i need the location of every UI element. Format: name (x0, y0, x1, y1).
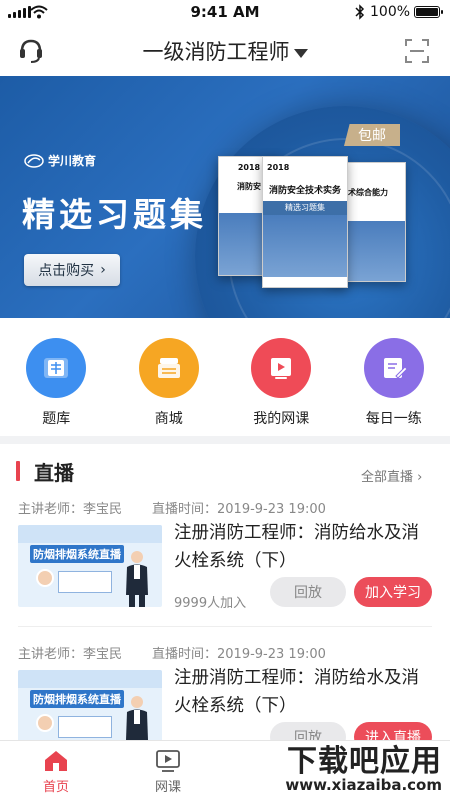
thumbnail-title: 防烟排烟系统直播 (30, 545, 124, 563)
brand-logo: 学川教育 (24, 152, 96, 169)
buy-button-label: 点击购买 (38, 263, 95, 279)
tab-label: 首页 (42, 780, 69, 795)
category-circle (251, 338, 312, 398)
status-bar: 9:41 AM 100% (0, 0, 450, 24)
free-shipping-ribbon: 包邮 (344, 124, 400, 146)
teacher-avatar (36, 569, 54, 587)
scan-icon[interactable] (404, 38, 430, 64)
battery-icon (414, 6, 443, 18)
category-circle (138, 338, 199, 398)
brand-name: 学川教育 (48, 154, 97, 168)
promo-banner[interactable]: 学川教育 精选习题集 点击购买 › 2018 消防安 术综合能力 2018 消防… (0, 76, 450, 318)
chevron-right-icon: › (417, 470, 423, 485)
watermark: 下载吧应用 www.xiazaiba.com (266, 736, 450, 800)
course-title[interactable]: 注册消防工程师：消防给水及消火栓系统（下） (174, 664, 436, 720)
all-live-label: 全部直播 (361, 470, 414, 485)
category-question-bank[interactable]: 题库 (0, 318, 113, 436)
category-circle (26, 338, 87, 398)
course-join-count: 9999人加入 (174, 596, 247, 611)
bluetooth-icon (355, 4, 365, 20)
category-daily-practice[interactable]: 每日一练 (338, 318, 450, 436)
battery-percent: 100% (370, 4, 411, 20)
watermark-url: www.xiazaiba.com (285, 776, 442, 794)
home-icon (45, 751, 67, 771)
category-grid: 题库 商城 我的网课 每日一练 (0, 318, 450, 436)
course-meta: 主讲老师：李宝民 直播时间：2019-9-23 19:00 (18, 643, 326, 662)
live-section-title: 直播 (34, 461, 74, 485)
buy-button[interactable]: 点击购买 › (24, 254, 120, 286)
section-accent-bar (16, 461, 20, 481)
course-teacher: 主讲老师：李宝民 (18, 647, 123, 662)
teacher-figure (126, 551, 148, 607)
my-course-icon (271, 358, 292, 379)
video-icon (156, 750, 180, 772)
list-separator (18, 626, 432, 627)
brand-mark-icon (24, 153, 44, 168)
thumbnail-title: 防烟排烟系统直播 (30, 690, 124, 708)
watermark-text: 下载吧应用 (287, 744, 442, 779)
course-time: 直播时间：2019-9-23 19:00 (152, 502, 326, 517)
store-icon (157, 358, 180, 378)
live-section-header: 直播 全部直播 › (0, 454, 450, 490)
book-center-year: 2018 (267, 163, 290, 172)
course-time: 直播时间：2019-9-23 19:00 (152, 647, 326, 662)
course-meta: 主讲老师：李宝民 直播时间：2019-9-23 19:00 (18, 498, 326, 517)
book-center-title: 消防安全技术实务 (268, 186, 341, 196)
category-label: 我的网课 (253, 411, 310, 427)
teacher-avatar (36, 714, 54, 732)
tab-label: 网课 (154, 780, 181, 795)
banner-headline: 精选习题集 (22, 195, 207, 234)
all-live-link[interactable]: 全部直播 › (361, 466, 422, 485)
category-label: 每日一练 (365, 411, 422, 427)
category-store[interactable]: 商城 (113, 318, 226, 436)
section-divider (0, 436, 450, 444)
course-title[interactable]: 注册消防工程师：消防给水及消火栓系统（下） (174, 519, 436, 575)
tab-home[interactable]: 首页 (0, 741, 112, 800)
exam-selector[interactable]: 一级消防工程师 (0, 36, 450, 66)
daily-practice-icon (383, 358, 408, 379)
join-study-button[interactable]: 加入学习 (354, 577, 432, 607)
category-my-course[interactable]: 我的网课 (225, 318, 338, 436)
tab-courses[interactable]: 网课 (112, 741, 224, 800)
category-label: 题库 (42, 411, 71, 427)
page-title: 一级消防工程师 (142, 40, 290, 64)
course-thumbnail[interactable]: 防烟排烟系统直播 (18, 525, 162, 607)
chevron-right-icon: › (100, 262, 106, 278)
book-center: 2018 消防安全技术实务 精选习题集 (262, 156, 348, 288)
book-center-subtitle: 精选习题集 (263, 201, 347, 215)
course-teacher: 主讲老师：李宝民 (18, 502, 123, 517)
top-nav: 一级消防工程师 (0, 24, 450, 76)
category-label: 商城 (154, 411, 183, 427)
question-bank-icon (44, 358, 69, 378)
category-circle (363, 338, 424, 398)
replay-button[interactable]: 回放 (270, 577, 346, 607)
chevron-down-icon (293, 48, 308, 58)
live-course-card[interactable]: 主讲老师：李宝民 直播时间：2019-9-23 19:00 防烟排烟系统直播 注册… (0, 498, 450, 648)
